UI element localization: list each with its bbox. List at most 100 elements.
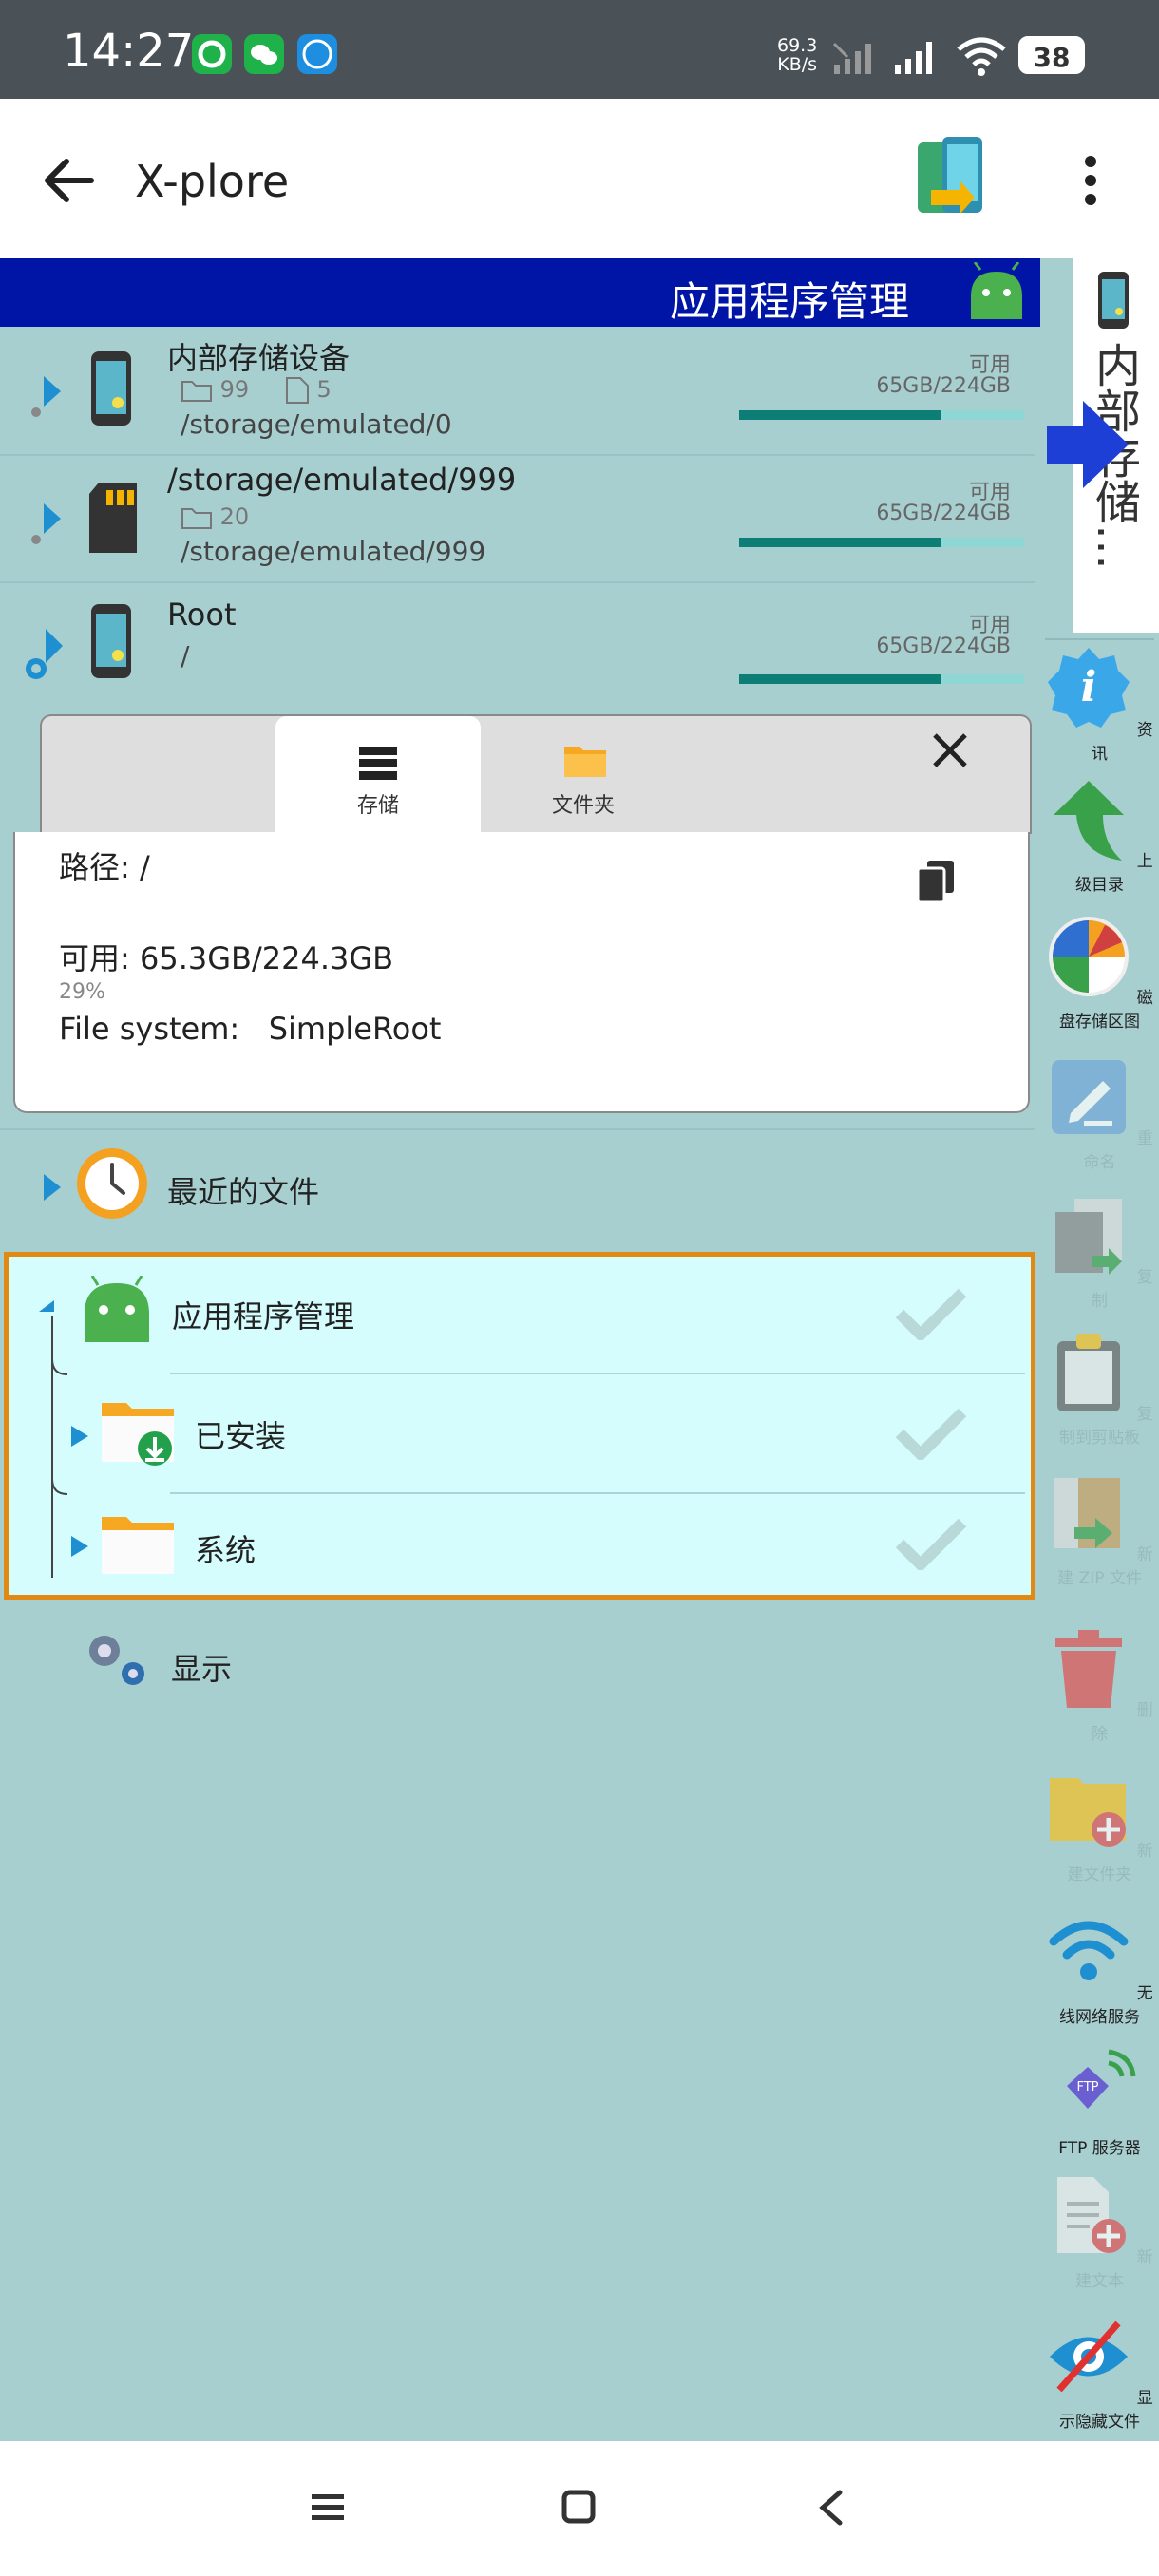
panel-header: 应用程序管理 <box>0 258 1040 327</box>
storage-path: /storage/emulated/0 <box>180 408 452 440</box>
available-space: 65GB/224GB <box>876 502 1011 525</box>
back-icon[interactable] <box>813 2489 851 2527</box>
app-manager-group[interactable]: 应用程序管理 已安装 系统 <box>4 1252 1036 1600</box>
status-bar: 14:27 69.3 KB/s 38 <box>0 0 1159 99</box>
wifi-icon <box>1049 1921 1129 1980</box>
new-zip-button[interactable]: 新建 ZIP 文件 <box>1045 1470 1154 1588</box>
svg-text:FTP: FTP <box>1076 2080 1098 2094</box>
wifi-server-button[interactable]: 无线网络服务 <box>1045 1909 1154 2027</box>
tab-folder[interactable]: 文件夹 <box>481 716 686 834</box>
expand-arrow-icon[interactable] <box>27 372 66 420</box>
up-arrow-icon <box>1054 781 1125 861</box>
storage-row-root[interactable]: Root / 可用 65GB/224GB <box>0 581 1036 712</box>
copy-to-clipboard-button[interactable]: 复制到剪贴板 <box>1045 1330 1154 1448</box>
delete-button[interactable]: 删除 <box>1045 1626 1154 1744</box>
new-folder-button[interactable]: 新建文件夹 <box>1045 1767 1154 1885</box>
expand-arrow-icon[interactable] <box>38 1170 66 1204</box>
filesystem-line: File system: SimpleRoot <box>59 1011 442 1047</box>
available-line: 可用: 65.3GB/224.3GB <box>59 940 394 976</box>
storage-row-internal[interactable]: 内部存储设备 99 5 /storage/emulated/0 可用 65GB/… <box>0 327 1036 456</box>
installed-apps-row[interactable]: 已安装 <box>9 1374 1031 1492</box>
storage-list-icon <box>359 747 397 780</box>
storage-name: /storage/emulated/999 <box>167 462 517 498</box>
app-manager-row[interactable]: 应用程序管理 <box>9 1257 1031 1373</box>
new-folder-icon <box>1050 1778 1127 1847</box>
storage-usage-bar <box>739 674 1024 684</box>
storage-usage-bar <box>739 538 1024 547</box>
android-icon <box>971 262 1022 319</box>
signal-weak-icon <box>832 42 871 74</box>
info-button[interactable]: i 资讯 <box>1045 646 1154 764</box>
show-hidden-files-button[interactable]: 显示隐藏文件 <box>1045 2314 1154 2432</box>
phone-storage-icon <box>1098 272 1129 329</box>
more-options-icon[interactable] <box>1079 154 1102 207</box>
signal-icon <box>895 42 932 74</box>
disk-map-icon <box>1049 917 1130 996</box>
parent-dir-button[interactable]: 上级目录 <box>1045 777 1154 895</box>
home-icon[interactable] <box>560 2489 598 2527</box>
available-space: 65GB/224GB <box>876 635 1011 658</box>
storage-usage-bar-fill <box>739 674 941 684</box>
checkmark-icon[interactable] <box>894 1407 966 1460</box>
storage-row-emulated-999[interactable]: /storage/emulated/999 20 /storage/emulat… <box>0 454 1036 583</box>
expand-arrow-icon[interactable] <box>27 500 66 547</box>
battery-indicator: 38 <box>1018 36 1085 74</box>
disk-map-button[interactable]: 磁盘存储区图 <box>1045 914 1154 1032</box>
android-icon <box>85 1276 149 1342</box>
path-line: 路径: / <box>59 849 150 885</box>
switch-panes-icon[interactable] <box>912 133 992 224</box>
expand-arrow-icon[interactable] <box>66 1532 94 1561</box>
zip-icon <box>1054 1478 1121 1548</box>
display-label: 显示 <box>171 1651 233 1687</box>
app-title: X-plore <box>135 156 290 207</box>
app-bar: X-plore <box>0 99 1159 258</box>
new-text-button[interactable]: 新建文本 <box>1045 2173 1154 2291</box>
folder-outline-icon <box>181 508 212 529</box>
checkmark-icon[interactable] <box>894 1517 966 1570</box>
storage-counts: 99 5 <box>180 376 332 405</box>
recents-menu-icon[interactable] <box>310 2489 348 2527</box>
storage-counts: 20 <box>180 503 249 530</box>
display-settings-row[interactable]: 显示 <box>0 1609 1036 1714</box>
storage-usage-bar-fill <box>739 538 941 547</box>
installed-folder-icon <box>102 1403 174 1466</box>
usage-percent: 29% <box>59 980 105 1004</box>
folder-outline-icon <box>181 381 212 402</box>
network-speed: 69.3 KB/s <box>777 35 818 75</box>
available-space: 65GB/224GB <box>876 374 1011 398</box>
ftp-server-button[interactable]: FTP FTP 服务器 <box>1045 2040 1154 2158</box>
tab-storage[interactable]: 存储 <box>276 716 481 834</box>
storage-name: Root <box>167 597 237 633</box>
clock-icon <box>77 1148 147 1219</box>
new-text-icon <box>1057 2177 1127 2253</box>
info-icon: i <box>1048 648 1130 728</box>
phone-storage-icon <box>91 604 131 678</box>
rename-icon <box>1052 1060 1127 1134</box>
sd-card-icon <box>89 483 137 553</box>
storage-usage-bar <box>739 410 1024 420</box>
gears-icon <box>89 1636 144 1685</box>
system-folder-icon <box>102 1517 174 1574</box>
phone-storage-icon <box>91 351 131 426</box>
app-notification-icon <box>192 34 232 74</box>
recent-files-label: 最近的文件 <box>167 1174 320 1210</box>
copy-path-icon[interactable] <box>916 859 956 904</box>
checkmark-icon[interactable] <box>894 1287 966 1340</box>
expand-arrow-icon[interactable] <box>66 1422 94 1450</box>
back-arrow-icon[interactable] <box>42 154 95 207</box>
collapse-arrow-icon[interactable] <box>19 625 68 686</box>
system-label: 系统 <box>195 1532 256 1568</box>
installed-label: 已安装 <box>195 1418 287 1454</box>
close-icon[interactable] <box>929 729 971 771</box>
clipboard-icon <box>1057 1334 1121 1411</box>
rename-button[interactable]: 重命名 <box>1045 1054 1154 1172</box>
svg-text:i: i <box>1081 663 1097 711</box>
file-outline-icon <box>285 377 309 404</box>
copy-button[interactable]: 复制 <box>1045 1193 1154 1311</box>
ftp-icon: FTP <box>1066 2049 1135 2109</box>
copy-icon <box>1055 1199 1123 1275</box>
recent-files-row[interactable]: 最近的文件 <box>0 1132 1036 1244</box>
system-apps-row[interactable]: 系统 <box>9 1494 1031 1595</box>
panel-header-title: 应用程序管理 <box>669 278 909 325</box>
divider <box>0 1128 1036 1130</box>
